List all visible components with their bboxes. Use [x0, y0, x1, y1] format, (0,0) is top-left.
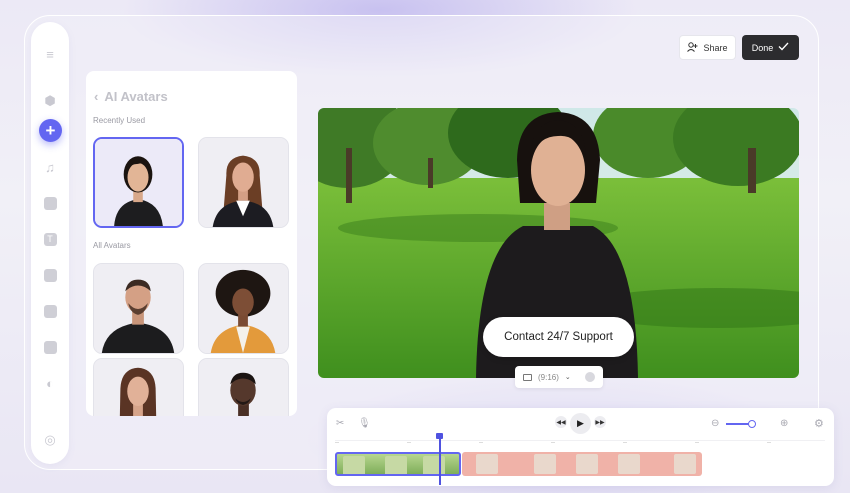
left-toolbar: ≡ ⬢ + ♫ T ◐ ◎	[31, 22, 69, 464]
share-button[interactable]: Share	[679, 35, 736, 60]
skip-forward-icon[interactable]: ▶▶	[594, 416, 606, 428]
skip-back-icon[interactable]: ◀◀	[555, 416, 567, 428]
all-avatars-label: All Avatars	[93, 241, 131, 250]
done-button[interactable]: Done	[742, 35, 799, 60]
timeline-playhead[interactable]	[436, 433, 442, 485]
avatar-card[interactable]	[198, 263, 289, 354]
avatars-panel: ‹ AI Avatars Recently Used All Avatars	[86, 71, 297, 416]
add-user-icon	[687, 41, 698, 54]
clip-thumbnail	[476, 454, 498, 474]
settings-icon[interactable]: ⚙	[814, 417, 824, 430]
sticker-icon[interactable]	[42, 267, 58, 283]
scissors-icon[interactable]: ✂	[336, 418, 344, 429]
zoom-slider[interactable]	[726, 420, 756, 428]
clip-thumbnail	[343, 456, 365, 474]
avatar-card[interactable]	[93, 263, 184, 354]
settings-icon[interactable]: ◎	[42, 432, 58, 448]
clip-thumbnail	[534, 454, 556, 474]
video-icon[interactable]	[42, 303, 58, 319]
aspect-ratio-icon	[523, 373, 532, 381]
aspect-ratio-selector[interactable]: (9:16) ⌄	[515, 366, 603, 388]
avatar-card[interactable]	[198, 358, 289, 416]
clip-thumbnail	[674, 454, 696, 474]
recently-used-label: Recently Used	[93, 116, 146, 125]
music-icon[interactable]: ♫	[42, 159, 58, 175]
filter-icon[interactable]: ◐	[42, 375, 58, 391]
panel-header: ‹ AI Avatars	[94, 89, 168, 104]
microphone-icon[interactable]: 🎙	[358, 418, 371, 429]
clip-thumbnail	[618, 454, 640, 474]
back-icon[interactable]: ‹	[94, 89, 98, 104]
play-button[interactable]: ▶	[570, 413, 591, 434]
panel-title: AI Avatars	[104, 89, 168, 104]
clip-thumbnail	[423, 456, 445, 474]
video-clip-selected[interactable]	[335, 452, 461, 476]
share-label: Share	[703, 42, 728, 53]
clip-thumbnail	[385, 456, 407, 474]
text-icon[interactable]: T	[42, 231, 58, 247]
background-color-swatch[interactable]	[585, 372, 595, 382]
aspect-ratio-label: (9:16)	[538, 372, 559, 382]
done-label: Done	[751, 42, 774, 53]
zoom-out-icon[interactable]: ⊖	[711, 418, 719, 429]
timeline-ruler	[335, 440, 825, 446]
check-icon	[778, 42, 789, 53]
video-clip[interactable]	[462, 452, 702, 476]
hexagon-icon[interactable]: ⬢	[42, 93, 58, 109]
contact-support-button[interactable]: Contact 24/7 Support	[483, 317, 634, 357]
avatar-card[interactable]	[93, 358, 184, 416]
avatar-card[interactable]	[198, 137, 289, 228]
clip-thumbnail	[576, 454, 598, 474]
menu-icon[interactable]: ≡	[42, 46, 58, 62]
media-icon[interactable]	[42, 339, 58, 355]
chevron-down-icon: ⌄	[564, 374, 571, 381]
avatar-card-selected[interactable]	[93, 137, 184, 228]
zoom-in-icon[interactable]: ⊕	[780, 418, 788, 429]
add-icon[interactable]: +	[39, 119, 62, 142]
subtitle-icon[interactable]	[42, 195, 58, 211]
